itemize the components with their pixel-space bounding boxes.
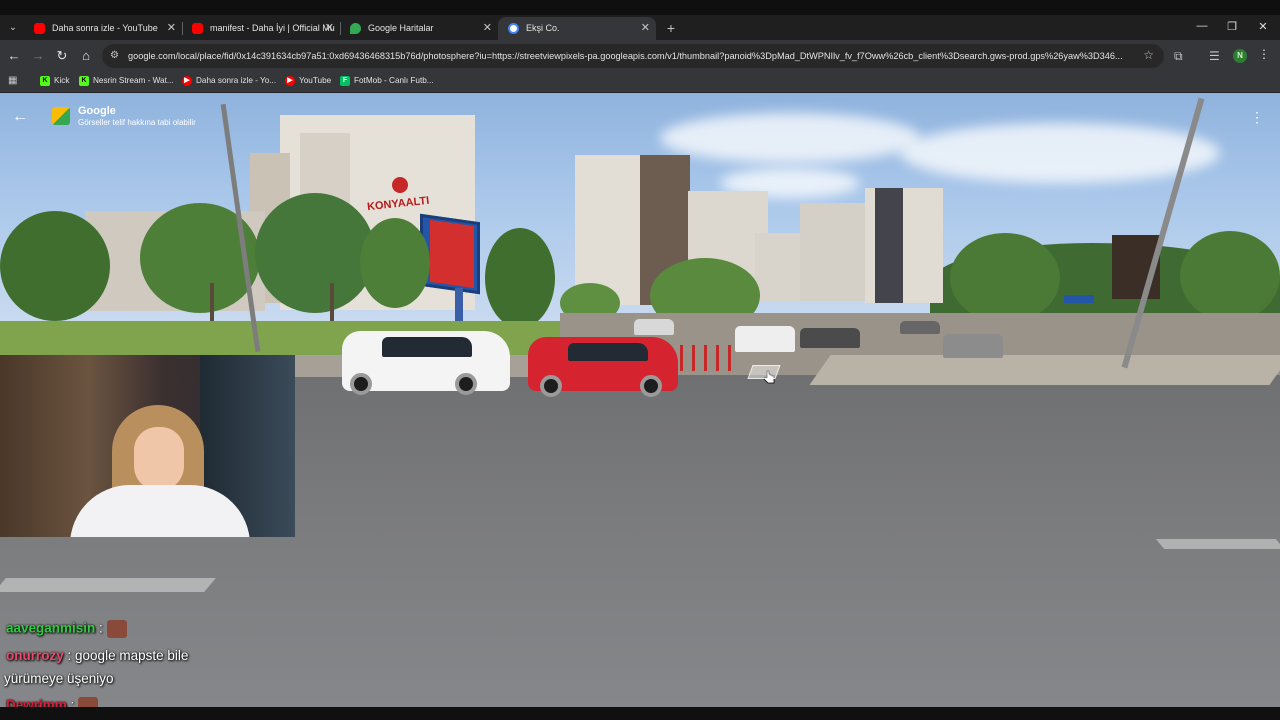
car-wheel [350,373,372,395]
chat-username: onurrozy [6,648,64,663]
close-window-icon[interactable]: ✕ [1253,20,1273,33]
youtube-icon: ▶ [285,76,295,86]
forward-icon[interactable]: → [29,47,47,65]
pylon-sign-panel [430,219,474,289]
extensions-icon[interactable]: ⧉ [1174,49,1183,64]
street-view-brand: Google [78,105,116,117]
tree [360,218,430,308]
kick-icon: K [79,76,89,86]
address-bar[interactable]: ⚙ google.com/local/place/fid/0x14c391634… [102,44,1164,68]
profile-avatar[interactable]: N [1233,49,1247,63]
cloud [900,123,1220,183]
browser-menu-icon[interactable]: ⋮ [1258,47,1270,61]
media-controls-icon[interactable]: ☰ [1209,49,1220,63]
bookmark-star-icon[interactable]: ☆ [1143,48,1154,62]
chat-message: aaveganmisin : [6,620,127,638]
tree [255,193,375,313]
close-tab-icon[interactable]: ✕ [167,17,176,40]
chat-username: aaveganmisin [6,620,96,636]
title-band [0,0,1280,15]
reload-icon[interactable]: ↻ [53,47,71,65]
tab-title: Ekşi Co. [526,23,560,33]
tab-search-icon[interactable]: ⌄ [4,19,22,37]
chat-emote-icon [106,620,127,638]
restore-icon[interactable]: ❐ [1222,20,1242,33]
bookmark-label: Nesrin Stream - Wat... [93,76,174,85]
site-info-icon[interactable]: ⚙ [110,49,123,62]
bookmark-kick[interactable]: K Kick [40,72,69,92]
street-view-back-icon[interactable]: ← [6,103,34,131]
bookmarks-bar: ▦ K Kick K Nesrin Stream - Wat... ▶ Daha… [0,72,1280,92]
browser-toolbar: ← → ↻ ⌂ ⚙ google.com/local/place/fid/0x1… [0,40,1280,72]
bookmark-label: YouTube [299,76,332,85]
streamer-face [134,427,184,491]
kick-icon: K [40,76,50,86]
street-sign [1064,295,1094,303]
bookmark-label: FotMob - Canlı Futb... [354,76,434,85]
road-marking [0,578,216,592]
parked-car [943,334,1003,358]
hotel-logo-icon [392,177,408,193]
tree [485,228,555,328]
car-wheel [540,375,562,397]
parked-car [735,326,795,352]
google-photos-logo-icon [52,107,70,125]
minimize-icon[interactable]: — [1192,20,1212,32]
bookmark-youtube[interactable]: ▶ YouTube [285,72,331,92]
google-maps-icon [350,23,361,34]
navigation-target-icon[interactable] [747,365,781,379]
tab-strip: ⌄ Daha sonra izle - YouTube ✕ manifest -… [0,0,1280,40]
bookmark-fotmob[interactable]: F FotMob - Canlı Futb... [340,72,434,92]
tab-title: Google Haritalar [368,23,434,33]
tab-youtube-watch-later[interactable]: Daha sonra izle - YouTube ✕ [24,17,182,40]
url-text[interactable]: google.com/local/place/fid/0x14c391634cb… [128,44,1133,68]
chat-message: yürümeye üşeniyo [4,671,114,686]
chat-text: yürümeye üşeniyo [4,671,114,686]
sidewalk [809,355,1280,385]
tree [0,211,110,321]
bookmark-label: Kick [54,76,70,85]
apartment-facade-dark [875,188,903,303]
car-wheel [455,373,477,395]
home-icon[interactable]: ⌂ [77,47,95,65]
tab-eksi-co[interactable]: Ekşi Co. ✕ [498,17,656,40]
close-tab-icon[interactable]: ✕ [641,17,650,40]
bollards [680,345,740,371]
close-tab-icon[interactable]: ✕ [325,17,334,40]
parked-car [800,328,860,348]
apps-grid-icon[interactable]: ▦ [8,75,19,86]
cloud [660,113,920,163]
bookmark-nesrin-stream[interactable]: K Nesrin Stream - Wat... [79,72,174,92]
road-marking [1155,539,1280,549]
chat-text: google mapste bile [75,648,189,663]
copyright-notice: Görseller telif hakkına tabi olabilir [78,118,196,127]
chat-message: onurrozy : google mapste bile [6,648,189,663]
parked-car [634,319,674,335]
tree [1180,231,1280,321]
webcam-overlay [0,355,295,537]
tab-title: Daha sonra izle - YouTube [52,23,158,33]
car-window [382,337,472,357]
youtube-icon [34,23,45,34]
bookmark-youtube-watch-later[interactable]: ▶ Daha sonra izle - Yo... [182,72,276,92]
tab-google-maps[interactable]: Google Haritalar ✕ [340,17,498,40]
car-window [568,343,648,361]
youtube-icon [192,23,203,34]
bookmark-label: Daha sonra izle - Yo... [196,76,277,85]
bottom-edge [0,707,1280,720]
car-wheel [640,375,662,397]
close-tab-icon[interactable]: ✕ [483,17,492,40]
tab-manifest[interactable]: manifest - Daha İyi | Official Mu ✕ [182,17,340,40]
back-icon[interactable]: ← [5,47,23,65]
tree [950,233,1060,323]
street-view-menu-icon[interactable]: ⋮ [1248,106,1266,128]
google-icon [508,23,519,34]
new-tab-button[interactable]: + [663,19,679,37]
tab-title: manifest - Daha İyi | Official Mu [210,23,335,33]
youtube-icon: ▶ [182,76,192,86]
fotmob-icon: F [340,76,350,86]
parked-car [900,321,940,334]
